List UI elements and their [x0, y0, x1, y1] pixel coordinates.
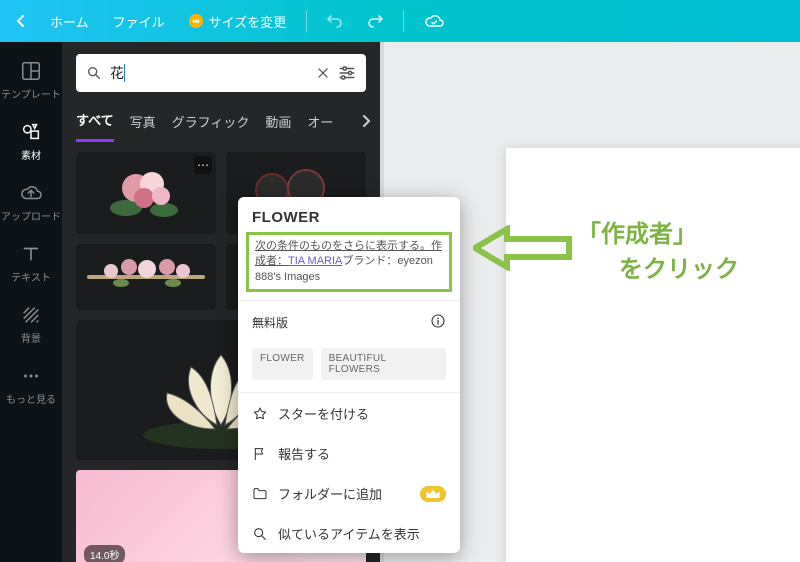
element-context-popover: FLOWER 次の条件のものをさらに表示する。作成者：TIA MARIAブランド… — [238, 197, 460, 553]
result-thumb[interactable] — [76, 244, 216, 310]
back-button[interactable] — [6, 9, 36, 33]
tab-graphics[interactable]: グラフィック — [172, 106, 250, 141]
more-horizontal-icon — [20, 365, 42, 387]
background-icon — [20, 304, 42, 326]
popover-tags: FLOWER BEAUTIFUL FLOWERS — [238, 344, 460, 392]
popover-brand-label: ブランド： — [342, 255, 397, 267]
flag-icon — [252, 446, 268, 462]
arrow-left-icon — [473, 225, 573, 271]
tab-all[interactable]: すべて — [76, 104, 114, 142]
popover-report-label: 報告する — [278, 444, 330, 463]
flower-graphic-icon — [86, 158, 206, 228]
result-thumb[interactable]: ⋯ — [76, 152, 216, 234]
chevron-left-icon — [16, 15, 26, 27]
resize-button[interactable]: サイズを変更 — [179, 6, 297, 37]
popover-star-label: スターを付ける — [278, 404, 369, 423]
tab-photos[interactable]: 写真 — [130, 106, 156, 141]
filter-button[interactable] — [338, 65, 356, 81]
crown-icon — [425, 486, 441, 502]
side-rail: テンプレート 素材 アップロード テキスト 背景 もっと見る — [0, 42, 62, 562]
upload-cloud-icon — [20, 182, 42, 204]
category-tabs: すべて 写真 グラフィック 動画 オー — [62, 100, 380, 142]
undo-icon — [327, 14, 343, 28]
popover-folder-label: フォルダーに追加 — [278, 484, 382, 503]
popover-report-row[interactable]: 報告する — [238, 433, 460, 473]
rail-background-label: 背景 — [21, 330, 41, 345]
popover-meta-prefix: 次の条件のものをさらに表示する。 — [255, 240, 431, 252]
clear-search-button[interactable] — [316, 66, 330, 80]
popover-free-label: 無料版 — [252, 314, 288, 331]
home-button[interactable]: ホーム — [40, 6, 99, 37]
canvas-page[interactable] — [506, 148, 800, 562]
tag-link[interactable]: FLOWER — [252, 348, 313, 380]
callout-text: 「作成者」 をクリック — [577, 218, 739, 288]
popover-title: FLOWER — [238, 197, 460, 232]
rail-elements-label: 素材 — [21, 147, 41, 162]
undo-button[interactable] — [317, 8, 353, 34]
toolbar-separator-2 — [403, 10, 404, 32]
top-bar: ホーム ファイル サイズを変更 — [0, 0, 800, 42]
rail-templates-label: テンプレート — [1, 86, 61, 101]
tag-link[interactable]: BEAUTIFUL FLOWERS — [321, 348, 446, 380]
chevron-right-icon[interactable] — [361, 115, 371, 127]
popover-similar-row[interactable]: 似ているアイテムを表示 — [238, 513, 460, 553]
resize-label: サイズを変更 — [209, 12, 287, 31]
cloud-sync-button[interactable] — [414, 8, 454, 34]
search-icon — [86, 65, 102, 81]
item-options-button[interactable]: ⋯ — [194, 156, 212, 174]
search-icon — [252, 526, 268, 542]
templates-icon — [20, 60, 42, 82]
info-icon[interactable] — [430, 313, 446, 332]
search-value: 花 — [110, 63, 124, 83]
popover-similar-label: 似ているアイテムを表示 — [278, 524, 420, 543]
cloud-check-icon — [424, 14, 444, 28]
flower-graphic-icon — [81, 247, 211, 307]
pro-badge — [420, 486, 446, 502]
home-label: ホーム — [50, 12, 89, 31]
popover-star-row[interactable]: スターを付ける — [238, 393, 460, 433]
rail-background[interactable]: 背景 — [0, 294, 62, 355]
callout-line2: をクリック — [577, 253, 739, 288]
callout-line1: 「作成者」 — [577, 221, 697, 248]
toolbar-separator — [306, 10, 307, 32]
elements-icon — [20, 121, 42, 143]
redo-icon — [367, 14, 383, 28]
callout-arrow — [473, 225, 573, 276]
video-duration-badge: 14.0秒 — [84, 545, 125, 562]
rail-templates[interactable]: テンプレート — [0, 50, 62, 111]
folder-icon — [252, 486, 268, 502]
search-box[interactable]: 花 — [76, 54, 366, 92]
rail-text-label: テキスト — [11, 269, 51, 284]
rail-text[interactable]: テキスト — [0, 233, 62, 294]
rail-uploads[interactable]: アップロード — [0, 172, 62, 233]
text-icon — [20, 243, 42, 265]
star-icon — [252, 406, 268, 422]
popover-author-link[interactable]: TIA MARIA — [288, 255, 342, 267]
rail-more[interactable]: もっと見る — [0, 355, 62, 416]
tab-audio[interactable]: オー — [307, 106, 333, 141]
search-input[interactable] — [125, 65, 308, 81]
rail-elements[interactable]: 素材 — [0, 111, 62, 172]
rail-more-label: もっと見る — [6, 391, 56, 406]
rail-uploads-label: アップロード — [1, 208, 61, 223]
tab-video[interactable]: 動画 — [265, 106, 291, 141]
crown-icon — [189, 14, 203, 28]
popover-meta-box: 次の条件のものをさらに表示する。作成者：TIA MARIAブランド：eyezon… — [246, 232, 452, 292]
file-menu[interactable]: ファイル — [103, 6, 175, 37]
popover-license-row: 無料版 — [238, 301, 460, 344]
redo-button[interactable] — [357, 8, 393, 34]
file-label: ファイル — [113, 12, 165, 31]
popover-folder-row[interactable]: フォルダーに追加 — [238, 473, 460, 513]
